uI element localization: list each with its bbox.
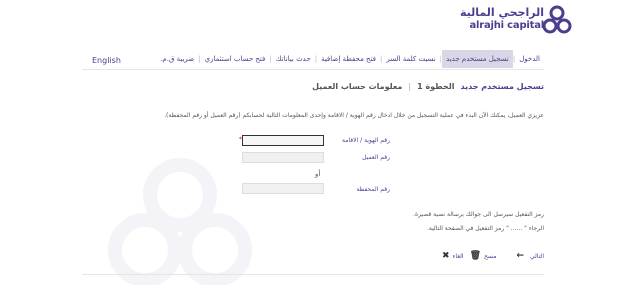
brand-name-ar: الراجحي المالية [459, 6, 544, 19]
nav-separator: | [439, 54, 443, 63]
language-switch[interactable]: English [88, 52, 125, 70]
section-title: معلومات حساب العميل [312, 82, 403, 91]
portfolio-number-label: رقم المحفظة [356, 186, 390, 193]
nav-open-portfolio[interactable]: فتح محفظة إضافية [317, 50, 380, 68]
or-separator: أو [315, 170, 321, 178]
close-icon: ✖ [442, 251, 450, 261]
page-title: تسجيل مستخدم جديد [460, 82, 544, 91]
nav-register[interactable]: تسجيل مستخدم جديد [442, 49, 513, 68]
brand-logo[interactable]: الراجحي المالية alrajhi capital [404, 4, 544, 38]
brand-name-en: alrajhi capital [469, 20, 544, 31]
nav-forgot-password[interactable]: نسيت كلمة السر [382, 50, 439, 68]
nav-separator: | [269, 54, 272, 63]
main-nav: الدخول | تسجيل مستخدم جديد | نسيت كلمة ا… [82, 48, 544, 70]
cancel-button[interactable]: الغاء ✖ [442, 251, 464, 261]
id-number-label: رقم الهوية / الاقامة [342, 137, 390, 144]
clear-button[interactable]: مسح 🗑 [470, 251, 497, 261]
nav-separator: | [314, 54, 318, 63]
intro-text: عزيزي العميل، يمكنك الآن البدء في عملية … [164, 112, 544, 119]
customer-number-input[interactable] [242, 152, 324, 163]
step-label: الخطوة 1 [417, 82, 455, 91]
id-number-input[interactable] [242, 135, 324, 146]
breadcrumb-divider: | [408, 82, 412, 91]
next-label: التالي [530, 252, 544, 260]
next-arrow-button[interactable]: ← [516, 251, 524, 261]
brand-logo-icon [542, 5, 572, 34]
nav-separator: | [198, 54, 201, 63]
customer-number-label: رقم العميل [362, 154, 390, 161]
activation-note: رمز التفعيل سيرسل الى جوالك برسالة نصية … [413, 211, 544, 218]
brand-watermark [108, 158, 252, 285]
next-button[interactable]: التالي [530, 253, 544, 260]
trash-icon: 🗑 [469, 251, 482, 261]
footer-divider [82, 274, 544, 275]
nav-update-data[interactable]: حدث بياناتك [272, 50, 315, 68]
nav-vat[interactable]: ضريبة ق.م. [156, 50, 198, 68]
cancel-label: الغاء [452, 252, 464, 260]
nav-separator: | [380, 54, 383, 63]
clear-label: مسح [484, 252, 497, 260]
nav-login[interactable]: الدخول [515, 50, 544, 68]
nav-open-investment-account[interactable]: فتح حساب استثماري [201, 50, 270, 68]
arrow-left-icon: ← [516, 251, 525, 261]
activation-instruction: الرجاء " ...... " رمز التفعيل في الصفحة … [427, 225, 544, 232]
portfolio-number-input[interactable] [242, 183, 324, 194]
breadcrumb: تسجيل مستخدم جديد الخطوة 1 | معلومات حسا… [312, 82, 544, 91]
form-actions: التالي ← مسح 🗑 الغاء ✖ [400, 248, 544, 264]
nav-separator: | [512, 54, 516, 63]
